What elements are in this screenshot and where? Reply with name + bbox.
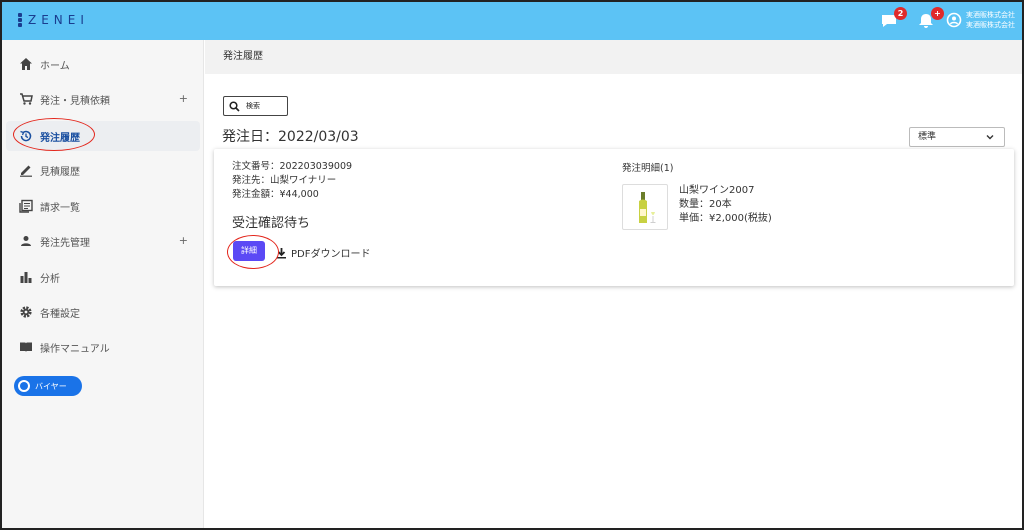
expand-plus-icon[interactable]: +: [179, 92, 188, 105]
chevron-down-icon: [986, 135, 994, 140]
sidebar-item-quote-history[interactable]: 見積履歴: [6, 155, 200, 185]
download-icon: [277, 247, 286, 258]
product-info: 山梨ワイン2007 数量：20本 単価：¥2,000(税抜): [679, 184, 772, 226]
logo-mark-icon: [18, 13, 22, 27]
sidebar-item-supplier-management[interactable]: 発注先管理 +: [6, 226, 200, 256]
product-quantity: 数量：20本: [679, 199, 732, 210]
home-icon: [18, 56, 34, 72]
sidebar-item-label: 請求一覧: [40, 202, 80, 214]
role-switch-buyer[interactable]: バイヤー: [14, 376, 82, 396]
wine-bottle-image: [622, 184, 668, 230]
notifications-badge: +: [931, 7, 944, 20]
order-summary: 注文番号：202203039009 発注先：山梨ワイナリー 発注金額：¥44,0…: [232, 160, 352, 202]
product-unit-price: 単価：¥2,000(税抜): [679, 213, 772, 224]
order-amount: 発注金額：¥44,000: [232, 189, 319, 200]
gear-icon: [18, 304, 34, 320]
top-bar: ZENEI 2 + 実酒販株式会社 実酒販株式会社: [2, 2, 1022, 40]
sidebar-item-home[interactable]: ホーム: [6, 49, 200, 79]
sidebar-item-order-history[interactable]: 発注履歴: [6, 121, 200, 151]
sidebar-item-label: 発注履歴: [40, 132, 80, 144]
sidebar-item-order-request[interactable]: 発注・見積依頼 +: [6, 84, 200, 114]
person-icon: [18, 233, 34, 249]
sidebar-item-label: 分析: [40, 273, 60, 285]
order-status: 受注確認待ち: [232, 216, 311, 231]
account-name-line2: 実酒販株式会社: [966, 21, 1015, 29]
pdf-download-label: PDFダウンロード: [291, 249, 371, 260]
sidebar: ホーム 発注・見積依頼 + 発注履歴 見積履歴 請求一覧 発注先管理 + 分析 …: [2, 40, 204, 528]
pdf-download-link[interactable]: PDFダウンロード: [276, 245, 370, 260]
sort-select[interactable]: 標準: [909, 127, 1005, 147]
sort-select-value: 標準: [918, 132, 937, 142]
role-icon: [18, 380, 30, 392]
app-window: ZENEI 2 + 実酒販株式会社 実酒販株式会社 ホーム 発注・見積依頼 + …: [0, 0, 1024, 530]
sidebar-item-label: 発注・見積依頼: [40, 95, 110, 107]
sidebar-item-label: 発注先管理: [40, 237, 90, 249]
sidebar-item-analytics[interactable]: 分析: [6, 262, 200, 292]
messages-badge: 2: [894, 7, 907, 20]
sidebar-item-invoices[interactable]: 請求一覧: [6, 191, 200, 221]
account-name: 実酒販株式会社 実酒販株式会社: [966, 10, 1015, 30]
product-name[interactable]: 山梨ワイン2007: [679, 184, 772, 198]
expand-plus-icon[interactable]: +: [179, 234, 188, 247]
app-logo[interactable]: ZENEI: [18, 13, 89, 27]
pencil-icon: [18, 162, 34, 178]
sidebar-item-manual[interactable]: 操作マニュアル: [6, 332, 200, 362]
logo-text: ZENEI: [28, 13, 89, 27]
book-icon: [18, 339, 34, 355]
sidebar-item-label: 見積履歴: [40, 166, 80, 178]
sidebar-item-label: 各種設定: [40, 308, 80, 320]
history-icon: [18, 128, 34, 144]
role-label: バイヤー: [35, 381, 67, 391]
search-button-label: 検索: [246, 102, 260, 110]
order-supplier: 発注先：山梨ワイナリー: [232, 175, 337, 186]
order-card: 注文番号：202203039009 発注先：山梨ワイナリー 発注金額：¥44,0…: [214, 149, 1014, 286]
account-circle-icon: [946, 12, 962, 28]
account-menu[interactable]: 実酒販株式会社 実酒販株式会社: [946, 10, 1015, 30]
cart-icon: [18, 91, 34, 107]
search-button[interactable]: 検索: [223, 96, 288, 116]
search-icon: [229, 100, 240, 112]
sidebar-item-label: 操作マニュアル: [40, 343, 110, 355]
page-title: 発注履歴: [205, 40, 1022, 74]
messages-button[interactable]: 2: [879, 7, 907, 33]
sidebar-item-settings[interactable]: 各種設定: [6, 297, 200, 327]
account-name-line1: 実酒販株式会社: [966, 11, 1015, 19]
sidebar-item-label: ホーム: [40, 60, 70, 72]
order-details-heading: 発注明細(1): [622, 163, 674, 174]
detail-button[interactable]: 詳細: [233, 241, 265, 261]
bar-chart-icon: [18, 269, 34, 285]
order-date-heading: 発注日：2022/03/03: [222, 129, 359, 145]
document-list-icon: [18, 198, 34, 214]
order-number: 注文番号：202203039009: [232, 161, 353, 172]
notifications-button[interactable]: +: [916, 7, 944, 33]
